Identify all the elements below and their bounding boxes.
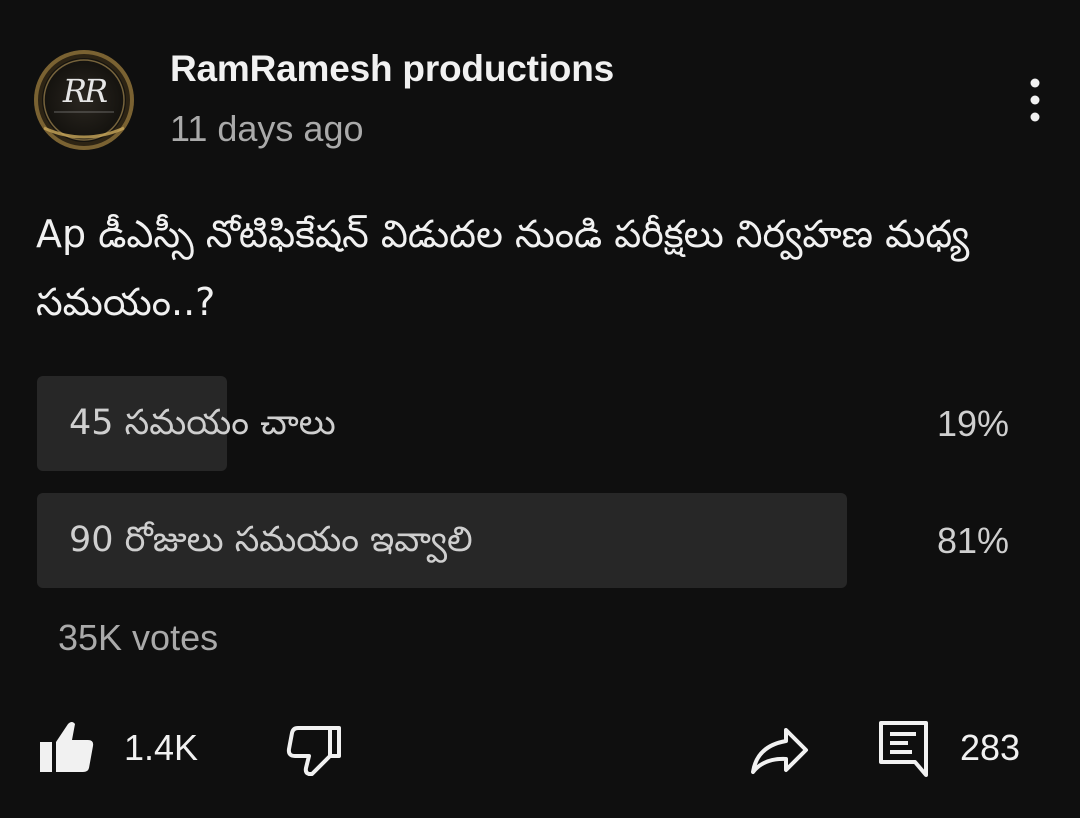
channel-avatar[interactable]: RR xyxy=(34,50,134,150)
poll-question: Ap డీఎస్సీ నోటిఫికేషన్ విడుదల నుండి పరీక… xyxy=(36,212,970,324)
share-icon xyxy=(751,728,808,774)
thumbs-down-icon xyxy=(286,726,341,776)
poll-option-2-percent: 81% xyxy=(936,520,1009,561)
dislike-button[interactable] xyxy=(286,722,346,778)
poll-vote-count: 35K votes xyxy=(58,617,219,658)
more-options-button[interactable] xyxy=(1010,70,1060,130)
poll-option-1-label: 45 సమయం చాలు xyxy=(69,403,336,443)
channel-logo-text: RR xyxy=(62,72,108,110)
poll-option-2-label: 90 రోజులు సమయం ఇవ్వాలి xyxy=(69,520,473,560)
comment-count: 283 xyxy=(960,727,1021,768)
poll-option-2[interactable]: 90 రోజులు సమయం ఇవ్వాలి 81% xyxy=(37,493,1037,588)
comment-button[interactable] xyxy=(876,718,932,778)
poll-option-1[interactable]: 45 సమయం చాలు 19% xyxy=(37,376,1037,471)
channel-name[interactable]: RamRamesh productions xyxy=(170,48,614,90)
thumbs-up-icon xyxy=(40,722,94,772)
comment-icon xyxy=(879,721,928,777)
like-count: 1.4K xyxy=(124,727,199,768)
like-button[interactable] xyxy=(36,718,100,778)
poll-option-1-percent: 19% xyxy=(936,403,1009,444)
share-button[interactable] xyxy=(748,722,812,778)
more-vertical-icon xyxy=(1030,78,1040,122)
post-timestamp: 11 days ago xyxy=(170,108,364,149)
